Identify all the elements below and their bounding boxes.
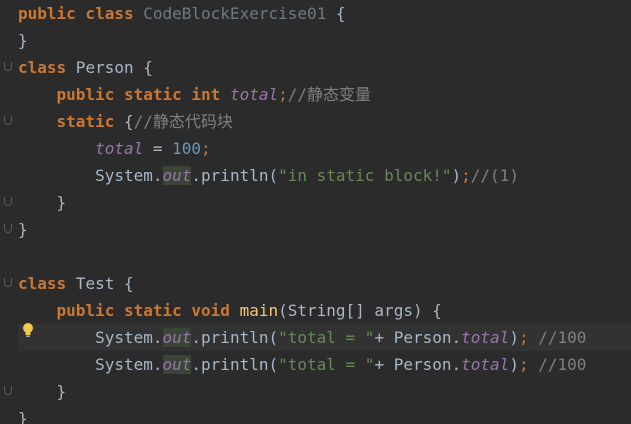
code-token: System. xyxy=(18,355,163,374)
code-token: (String[] args) { xyxy=(278,301,442,320)
code-token: { xyxy=(114,112,134,131)
code-token: ; xyxy=(278,85,288,104)
code-token: public static int xyxy=(56,85,221,104)
code-token: + Person. xyxy=(374,328,462,347)
code-token: class xyxy=(18,274,67,293)
code-token: ; xyxy=(461,166,471,185)
code-token: public static void xyxy=(56,301,230,320)
code-token: .println( xyxy=(191,355,279,374)
code-line[interactable]: public static int total;//静态变量 xyxy=(18,81,631,108)
code-token: //静态代码块 xyxy=(133,112,233,131)
code-token: ) xyxy=(509,328,519,347)
code-token: static xyxy=(56,112,115,131)
code-token: System. xyxy=(18,166,163,185)
code-token: class xyxy=(18,58,67,77)
code-line[interactable]: } xyxy=(18,27,631,54)
code-line[interactable]: public class CodeBlockExercise01 { xyxy=(18,0,631,27)
code-token: out xyxy=(162,166,192,185)
code-token: //静态变量 xyxy=(287,85,372,104)
code-token: = xyxy=(143,139,173,158)
code-token: { xyxy=(326,4,346,23)
fold-marker-icon[interactable] xyxy=(4,62,12,71)
lightbulb-icon[interactable] xyxy=(22,322,34,338)
code-line[interactable]: } xyxy=(18,405,631,424)
code-token: } xyxy=(18,31,28,50)
code-token: main xyxy=(239,301,279,320)
code-line[interactable] xyxy=(18,243,631,270)
code-token: 100 xyxy=(172,139,202,158)
fold-marker-icon[interactable] xyxy=(4,386,12,395)
fold-marker-icon[interactable] xyxy=(4,224,12,233)
code-token: + Person. xyxy=(374,355,462,374)
code-token: Person { xyxy=(66,58,153,77)
code-token: .println( xyxy=(191,166,279,185)
code-token: total xyxy=(461,328,510,347)
code-token: "in static block!" xyxy=(278,166,452,185)
code-token: //(1) xyxy=(470,166,519,185)
code-line[interactable]: } xyxy=(18,378,631,405)
code-line[interactable]: static {//静态代码块 xyxy=(18,108,631,135)
code-line[interactable]: public static void main(String[] args) { xyxy=(18,297,631,324)
code-token: } xyxy=(18,193,67,212)
code-token: out xyxy=(162,355,192,374)
code-token: total xyxy=(95,139,144,158)
code-token: } xyxy=(18,382,67,401)
code-line[interactable]: System.out.println("total = "+ Person.to… xyxy=(18,351,631,378)
fold-marker-icon[interactable] xyxy=(4,197,12,206)
code-token: "total = " xyxy=(278,355,375,374)
code-token: ; xyxy=(518,328,529,347)
code-token: public class xyxy=(18,4,134,23)
code-line[interactable]: System.out.println("total = "+ Person.to… xyxy=(18,324,631,351)
code-token: "total = " xyxy=(278,328,375,347)
code-token: out xyxy=(162,328,192,347)
code-line[interactable]: } xyxy=(18,189,631,216)
code-token: .println( xyxy=(191,328,279,347)
code-editor[interactable]: public class CodeBlockExercise01 {} class… xyxy=(0,0,631,424)
code-token: ; xyxy=(518,355,529,374)
code-line[interactable]: } xyxy=(18,216,631,243)
code-line[interactable]: System.out.println("in static block!");/… xyxy=(18,162,631,189)
fold-marker-icon[interactable] xyxy=(4,116,12,125)
code-token: } xyxy=(18,409,28,424)
code-line[interactable]: class Test { xyxy=(18,270,631,297)
code-token: } xyxy=(18,220,28,239)
code-token: System. xyxy=(18,328,163,347)
fold-marker-icon[interactable] xyxy=(4,278,12,287)
code-token: //100 xyxy=(538,328,587,347)
code-token: ) xyxy=(451,166,462,185)
code-token: total xyxy=(229,85,279,104)
code-line[interactable]: total = 100; xyxy=(18,135,631,162)
code-line[interactable]: class Person { xyxy=(18,54,631,81)
code-token: //100 xyxy=(538,355,587,374)
code-token: Test { xyxy=(66,274,134,293)
code-token: CodeBlockExercise01 xyxy=(143,4,327,23)
code-token: ; xyxy=(201,139,211,158)
code-token: total xyxy=(461,355,510,374)
code-token: ) xyxy=(509,355,519,374)
